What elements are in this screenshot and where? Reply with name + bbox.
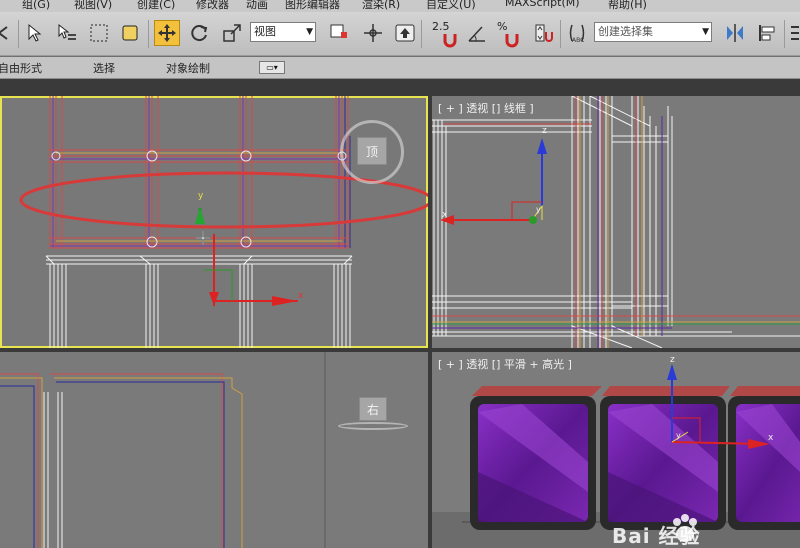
percent-snap-button[interactable] [502,30,524,50]
window-crossing-button[interactable] [117,20,143,46]
axis-y-label: y [198,191,204,201]
shaded-box [728,386,800,530]
angle-snap-button[interactable] [440,30,462,50]
shaded-box [600,386,730,530]
mirror-button[interactable] [722,20,748,46]
menu-views[interactable]: 视图(V) [74,0,112,12]
chevron-down-icon: ▼ [702,27,709,37]
perspective-shaded-scene: z x y [432,355,800,548]
select-by-name-button[interactable] [54,20,80,46]
move-icon [158,24,176,42]
keyboard-override-icon [395,24,415,42]
axis-x-label: x [442,210,448,220]
named-selection-set-dropdown[interactable]: 创建选择集 ▼ [594,22,712,42]
use-pivot-center-button[interactable] [326,20,352,46]
mirror-icon [727,24,743,42]
menu-bar: 组(G) 视图(V) 创建(C) 修改器 动画 图形编辑器 渲染(R) 自定义(… [0,0,800,12]
watermark-text: Bai 经验 [612,524,701,548]
toolbar-separator [784,20,785,48]
shaded-box [470,386,602,530]
rect-selection-button[interactable] [86,20,112,46]
move-cursor-icon [196,231,210,245]
manipulate-icon [364,24,382,42]
reference-coordinate-dropdown[interactable]: 视图 ▼ [250,22,316,42]
pivot-center-icon [330,24,347,38]
magnet-icon [443,34,457,48]
scale-icon [223,24,241,42]
ribbon-options-dropdown[interactable]: ▭▾ [259,61,285,74]
axis-z-label: z [542,126,547,136]
viewport-perspective-wireframe[interactable]: [ + ] 透视 [] 线框 ] z x y [432,96,800,348]
select-and-move-button[interactable] [154,20,180,46]
ribbon-tab-freeform[interactable]: 自由形式 [0,60,42,76]
axis-x-label: x [768,433,774,443]
named-selection-icon: ABC [569,24,584,44]
select-and-scale-button[interactable] [219,20,245,46]
edit-named-selection-button[interactable]: ABC [564,20,590,46]
rotate-icon [191,25,208,42]
menu-create[interactable]: 创建(C) [137,0,175,12]
viewcube-ring [338,422,408,430]
axis-y-label: y [676,431,681,440]
axis-z-label: z [670,355,675,365]
selection-set-placeholder: 创建选择集 [598,25,653,38]
layers-icon [791,26,799,40]
align-button[interactable] [754,20,780,46]
menu-animation[interactable]: 动画 [246,0,268,12]
toolbar-separator [148,20,149,48]
axis-x-label: x [298,291,304,301]
menu-help[interactable]: 帮助(H) [608,0,647,12]
viewport-right[interactable]: 右 [0,352,428,548]
magnet-icon [505,34,519,48]
cursor-icon [28,23,42,42]
menu-customize[interactable]: 自定义(U) [426,0,476,12]
viewport-top[interactable]: y x 顶 [0,96,428,348]
select-by-name-icon [58,23,76,40]
select-and-rotate-button[interactable] [186,20,212,46]
menu-modifiers[interactable]: 修改器 [196,0,229,12]
angle-snap-toggle-button[interactable] [464,20,490,46]
viewport-area: y x 顶 [ + ] 透视 [] 线框 ] z x y 右 [+] 透视 … [0,79,800,548]
more-tools-button[interactable] [788,20,800,46]
angle-snap-icon [468,26,485,42]
chevron-down-icon: ▼ [306,27,313,37]
graphite-ribbon: 自由形式 选择 对象绘制 ▭▾ [0,57,800,79]
ribbon-tab-object-paint[interactable]: 对象绘制 [166,60,210,76]
chevron-down-icon: ▭▾ [266,63,278,72]
select-and-manipulate-button[interactable] [360,20,386,46]
select-object-button[interactable] [22,20,48,46]
menu-maxscript[interactable]: MAXScript(M) [505,0,580,9]
toolbar-separator [421,20,422,48]
reference-coordinate-value: 视图 [254,25,276,38]
menu-rendering[interactable]: 渲染(R) [362,0,400,12]
main-toolbar: 视图 ▼ 2.5 % ABC 创建选择集 ▼ [0,12,800,56]
undo-button[interactable] [0,20,16,46]
toolbar-separator [560,20,561,48]
viewcube-right[interactable]: 右 [359,397,387,421]
axis-y-label: y [536,205,541,214]
viewcube-top[interactable]: 顶 [357,137,387,165]
viewport-perspective-shaded[interactable]: [ + ] 透视 [] 平滑 + 高光 ] z x y [432,352,800,548]
menu-graph-editors[interactable]: 图形编辑器 [285,0,340,12]
toolbar-separator [18,20,19,48]
rect-selection-icon [90,24,108,42]
perspective-wireframe: z x y [432,96,800,348]
align-icon [759,25,775,41]
spinner-snap-icon [535,24,553,42]
menu-group[interactable]: 组(G) [22,0,50,12]
svg-text:ABC: ABC [572,37,584,44]
ribbon-tab-selection[interactable]: 选择 [93,60,115,76]
undo-icon [0,26,8,40]
keyboard-shortcut-override-button[interactable] [392,20,418,46]
window-crossing-icon [122,25,138,41]
right-view-wireframe [0,352,326,548]
spinner-snap-button[interactable] [530,20,556,46]
